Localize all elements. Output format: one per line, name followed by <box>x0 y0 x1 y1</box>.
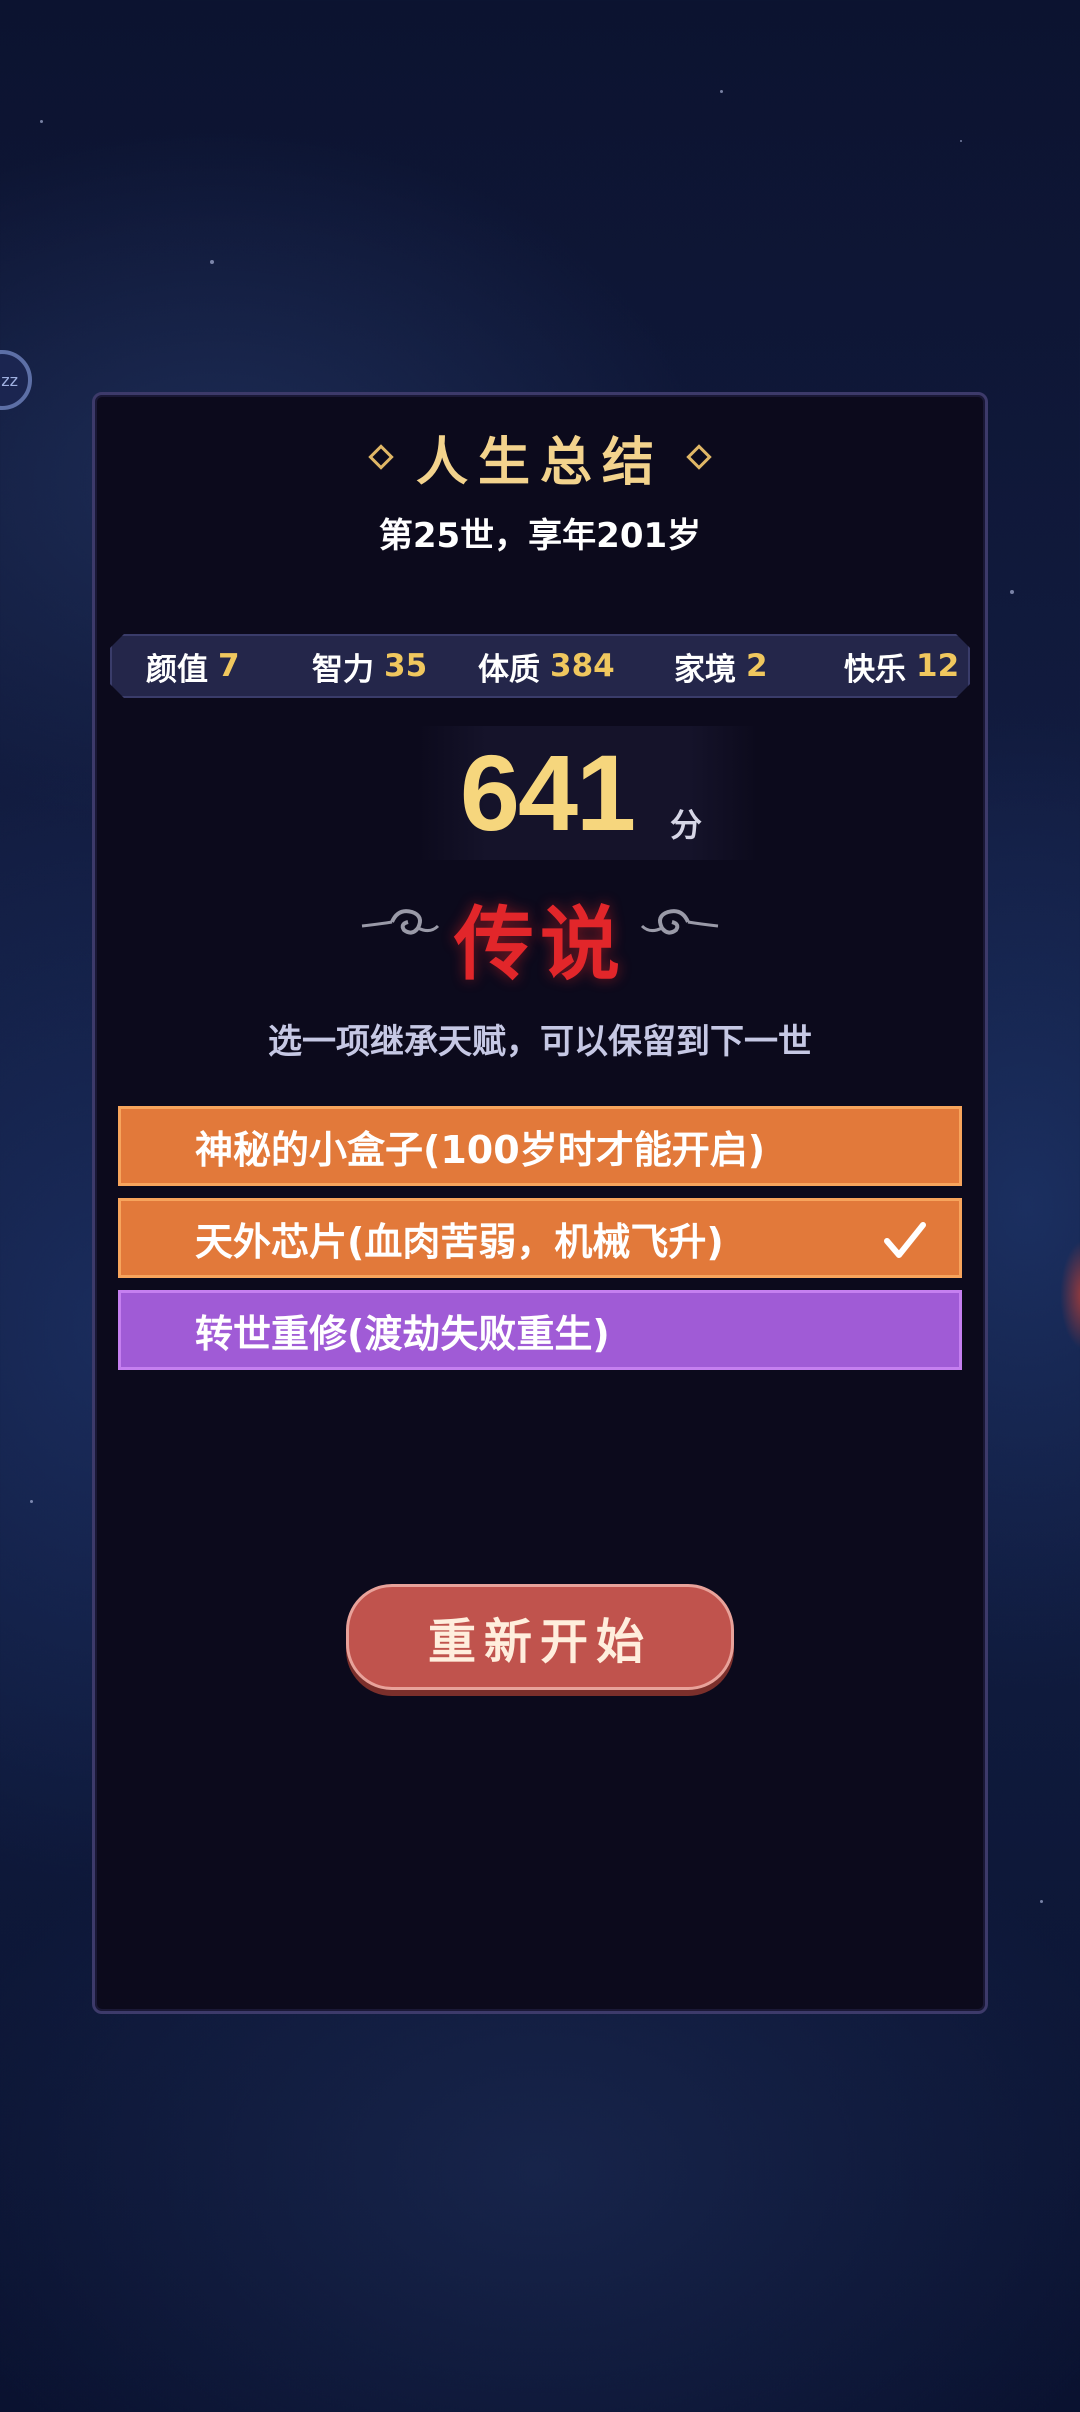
stat-value: 35 <box>384 648 428 684</box>
stat-constitution: 体质 384 <box>478 636 615 696</box>
check-icon <box>884 1222 926 1258</box>
grade-label: 传说 <box>454 897 626 991</box>
life-subtitle: 第25世，享年201岁 <box>378 516 702 556</box>
score-unit: 分 <box>670 806 703 844</box>
stats-bar: 颜值 7 智力 35 体质 384 家境 2 快乐 12 <box>110 634 970 698</box>
stat-label: 体质 <box>478 651 540 688</box>
side-badge[interactable]: zz <box>0 350 32 410</box>
stat-family: 家境 2 <box>674 636 768 696</box>
talent-option-label: 转世重修(渡劫失败重生) <box>195 1311 610 1356</box>
stat-intelligence: 智力 35 <box>312 636 427 696</box>
talent-option-label: 神秘的小盒子(100岁时才能开启) <box>195 1127 766 1172</box>
diamond-icon <box>368 444 394 470</box>
title-row: 人生总结 <box>0 422 1080 493</box>
stat-value: 12 <box>916 648 960 684</box>
side-badge-label: zz <box>1 370 18 390</box>
stat-label: 快乐 <box>844 651 906 688</box>
stat-label: 颜值 <box>146 651 208 688</box>
diamond-icon <box>686 444 712 470</box>
stat-value: 7 <box>218 648 240 684</box>
page-title: 人生总结 <box>415 431 664 493</box>
stat-value: 2 <box>746 648 768 684</box>
stat-label: 智力 <box>312 651 374 688</box>
side-glow <box>1060 1240 1080 1350</box>
talent-option-selected[interactable]: 天外芯片(血肉苦弱，机械飞升) <box>118 1198 962 1278</box>
grade-row: 传说 <box>0 880 1080 991</box>
score-value: 641 <box>459 732 636 853</box>
talent-option[interactable]: 神秘的小盒子(100岁时才能开启) <box>118 1106 962 1186</box>
inherit-hint: 选一项继承天赋，可以保留到下一世 <box>268 1022 812 1062</box>
stat-appearance: 颜值 7 <box>146 636 240 696</box>
talent-option[interactable]: 转世重修(渡劫失败重生) <box>118 1290 962 1370</box>
restart-button[interactable]: 重新开始 <box>346 1584 734 1690</box>
talent-option-label: 天外芯片(血肉苦弱，机械飞升) <box>195 1219 724 1264</box>
cloud-ornament-icon <box>640 909 719 935</box>
stat-label: 家境 <box>674 651 736 688</box>
stat-happiness: 快乐 12 <box>844 636 959 696</box>
stat-value: 384 <box>550 648 615 684</box>
